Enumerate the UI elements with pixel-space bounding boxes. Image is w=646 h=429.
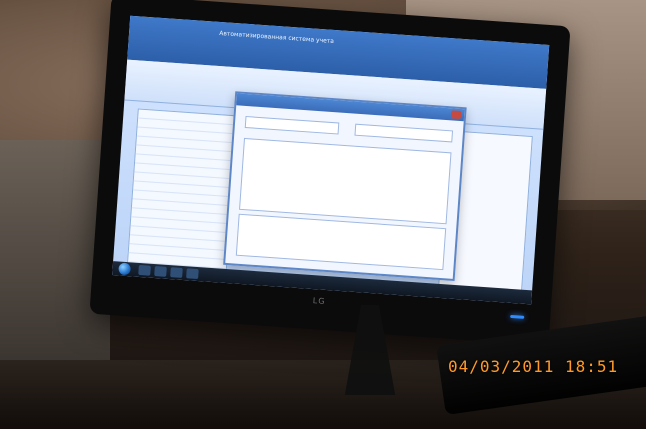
photo-scene: Автоматизированная система учета LG 04/0… xyxy=(0,0,646,429)
dialog-section-main xyxy=(239,137,452,225)
close-icon[interactable] xyxy=(450,110,462,120)
taskbar-icon[interactable] xyxy=(138,264,151,276)
modal-dialog xyxy=(223,91,467,281)
dialog-field-left[interactable] xyxy=(244,115,340,135)
taskbar-icon[interactable] xyxy=(186,268,199,280)
app-window-title: Автоматизированная система учета xyxy=(219,29,335,45)
monitor-screen: Автоматизированная система учета xyxy=(112,15,550,305)
taskbar-icon[interactable] xyxy=(154,266,167,277)
power-led xyxy=(510,314,525,319)
monitor-brand-logo: LG xyxy=(312,296,326,306)
dialog-field-right[interactable] xyxy=(354,123,454,143)
start-icon[interactable] xyxy=(118,262,132,276)
taskbar-icon[interactable] xyxy=(170,267,183,278)
date-stamp: 04/03/2011 18:51 xyxy=(448,357,619,376)
left-data-table xyxy=(126,108,238,274)
monitor: Автоматизированная система учета LG xyxy=(89,0,571,346)
dialog-section-secondary xyxy=(235,213,447,271)
